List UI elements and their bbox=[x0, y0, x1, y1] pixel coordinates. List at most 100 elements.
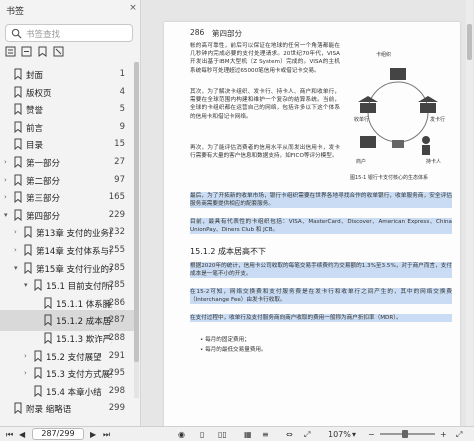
scroll-view-icon[interactable]: ≡ bbox=[262, 429, 269, 440]
scrollbar-thumb[interactable] bbox=[467, 24, 472, 60]
last-page-icon[interactable]: ⏭ bbox=[103, 429, 110, 440]
figure-label-left: 收单行 bbox=[354, 117, 370, 123]
bookmark-label: 第三部分 bbox=[26, 194, 61, 205]
bullet-item: • 每月的固定费用； bbox=[200, 337, 250, 343]
chevron-down-icon[interactable]: ▾ bbox=[24, 281, 32, 289]
zoom-slider-knob[interactable] bbox=[402, 430, 408, 438]
bookmark-icon bbox=[14, 86, 22, 98]
chevron-right-icon[interactable]: › bbox=[14, 228, 22, 236]
scrollbar-thumb[interactable] bbox=[134, 62, 139, 362]
bookmark-icon bbox=[34, 385, 42, 397]
grid-view-icon[interactable]: ▦ bbox=[244, 429, 252, 440]
delete-bookmark-icon[interactable] bbox=[53, 46, 64, 57]
bookmark-label: 第四部分 bbox=[26, 211, 61, 222]
view-mode-icon[interactable]: ◉ bbox=[178, 429, 185, 440]
prev-page-icon[interactable]: ◀ bbox=[19, 429, 25, 440]
search-icon bbox=[11, 28, 22, 39]
bookmark-label: 附录 缩略语 bbox=[26, 405, 72, 416]
bookmark-label: 赞誉 bbox=[26, 106, 44, 117]
chevron-right-icon[interactable]: › bbox=[14, 246, 22, 254]
figure-caption: 图15-1 银行卡支付核心的生态体系 bbox=[350, 175, 428, 181]
card-org-icon bbox=[390, 68, 406, 80]
bookmark-page-number: 285 bbox=[108, 262, 125, 273]
bookmark-page-number: 287 bbox=[108, 315, 125, 326]
fit-width-icon[interactable]: ⇔ bbox=[286, 429, 293, 440]
bookmark-page-number: 295 bbox=[108, 368, 125, 379]
fullscreen-icon[interactable]: ⤢ bbox=[456, 429, 462, 440]
bookmark-page-number: 5 bbox=[119, 104, 125, 115]
add-bookmark-icon[interactable] bbox=[37, 46, 48, 57]
chevron-right-icon[interactable]: › bbox=[4, 176, 12, 184]
bookmark-icon bbox=[34, 367, 42, 380]
section-heading: 15.1.2 成本居高不下 bbox=[190, 247, 266, 256]
bookmark-page-number: 4 bbox=[119, 86, 125, 97]
document-scrollbar[interactable] bbox=[466, 0, 473, 426]
chevron-down-icon[interactable]: ▾ bbox=[14, 264, 22, 272]
sidebar-scrollbar[interactable] bbox=[134, 62, 139, 398]
zoom-dropdown-icon[interactable]: ▾ bbox=[352, 429, 356, 440]
next-page-icon[interactable]: ▶ bbox=[90, 429, 96, 440]
zoom-in-icon[interactable]: + bbox=[440, 429, 447, 440]
bookmark-icon bbox=[14, 138, 22, 151]
bookmark-icon bbox=[34, 350, 42, 362]
page-number-header: 286 bbox=[190, 28, 205, 37]
page-number-input[interactable]: 287/299 bbox=[32, 428, 84, 440]
bookmark-label: 15.1 目前支付所面临的问题 bbox=[46, 282, 112, 293]
paragraph: 再次，为了能评估消费者的信用水平从而发出信用卡，发卡行需要有大量的客户信息和数据… bbox=[190, 145, 340, 160]
bullet-item: • 每月的最低交易量费用。 bbox=[200, 347, 267, 353]
paragraph: 其次，为了解决卡组织、发卡行、持卡人、商户和收单行，需要在全球范围内构建和维护一… bbox=[190, 89, 340, 120]
figure-label-merchant: 商户 bbox=[356, 159, 367, 165]
bookmark-page-number: 232 bbox=[108, 227, 125, 238]
fit-page-icon[interactable]: ⤢ bbox=[304, 429, 310, 440]
bookmark-icon bbox=[14, 402, 22, 415]
bookmark-label: 第二部分 bbox=[26, 176, 61, 187]
bookmark-icon bbox=[34, 279, 42, 292]
payment-card-icon bbox=[392, 140, 404, 148]
cardholder-icon bbox=[422, 136, 430, 155]
document-view[interactable]: 286 第四部分 帐的高可靠性，前后可以保证在地球的任何一个角落都能在几秒钟内完… bbox=[142, 0, 474, 426]
two-page-icon[interactable]: ▯▯ bbox=[218, 429, 227, 440]
zoom-level[interactable]: 107% bbox=[328, 429, 351, 440]
expand-all-icon[interactable] bbox=[5, 46, 16, 57]
bookmark-icon bbox=[14, 103, 22, 116]
bookmark-icon bbox=[24, 244, 32, 256]
bookmark-label: 15.2 支付展望 bbox=[46, 352, 102, 363]
bookmark-label: 第15章 支付行业的未来 bbox=[36, 264, 112, 275]
single-page-icon[interactable]: ▯ bbox=[200, 429, 204, 440]
merchant-icon bbox=[360, 136, 376, 148]
bookmark-label: 封面 bbox=[26, 71, 44, 81]
bookmark-icon bbox=[14, 174, 22, 186]
bookmark-label: 15.4 本章小结 bbox=[46, 387, 102, 398]
chevron-down-icon[interactable]: ▾ bbox=[4, 211, 12, 219]
zoom-slider[interactable] bbox=[380, 430, 435, 438]
part-header: 第四部分 bbox=[212, 29, 242, 38]
bookmark-icon bbox=[44, 332, 52, 344]
chevron-right-icon[interactable]: › bbox=[4, 193, 12, 201]
bookmark-icon bbox=[44, 297, 52, 309]
bookmark-page-number: 298 bbox=[108, 385, 125, 396]
first-page-icon[interactable]: ⏮ bbox=[6, 429, 13, 440]
bookmark-page-number: 291 bbox=[108, 350, 125, 361]
zoom-out-icon[interactable]: − bbox=[368, 429, 375, 440]
bookmark-icon bbox=[24, 262, 32, 274]
bookmark-label: 前言 bbox=[26, 123, 44, 134]
figure-label-bottom: 持卡人 bbox=[426, 159, 442, 165]
close-sidebar-icon[interactable]: × bbox=[127, 2, 139, 14]
bookmark-icon bbox=[44, 314, 52, 327]
highlighted-paragraph: 目前，最具有代表性的卡组织包括：VISA、MasterCard、Discover… bbox=[190, 218, 452, 235]
collapse-all-icon[interactable] bbox=[21, 46, 32, 57]
chevron-right-icon[interactable]: › bbox=[24, 352, 32, 360]
bookmark-page-number: 97 bbox=[114, 174, 125, 185]
bookmark-item[interactable]: 附录 缩略语 299 bbox=[0, 398, 139, 419]
bookmark-page-number: 15 bbox=[114, 139, 125, 150]
chevron-right-icon[interactable]: › bbox=[4, 158, 12, 166]
bookmark-page-number: 255 bbox=[108, 245, 125, 255]
chevron-right-icon[interactable]: › bbox=[24, 369, 32, 377]
bookmark-page-number: 286 bbox=[108, 297, 125, 308]
status-bar: ⏮ ◀ 287/299 ▶ ⏭ ◉ ▯ ▯▯ ▦ ≡ ⇔ ⤢ 107% ▾ − … bbox=[0, 426, 474, 441]
bookmark-search-input[interactable]: 书签查找 bbox=[5, 24, 133, 42]
highlighted-paragraph: 在15-2可知，网络交换费和支付服务费是在发卡行和收单行之间产生的，其中的网络交… bbox=[190, 288, 452, 305]
bookmark-page-number: 229 bbox=[108, 209, 125, 220]
bookmark-label: 目录 bbox=[26, 141, 44, 152]
bookmark-icon bbox=[14, 191, 22, 204]
